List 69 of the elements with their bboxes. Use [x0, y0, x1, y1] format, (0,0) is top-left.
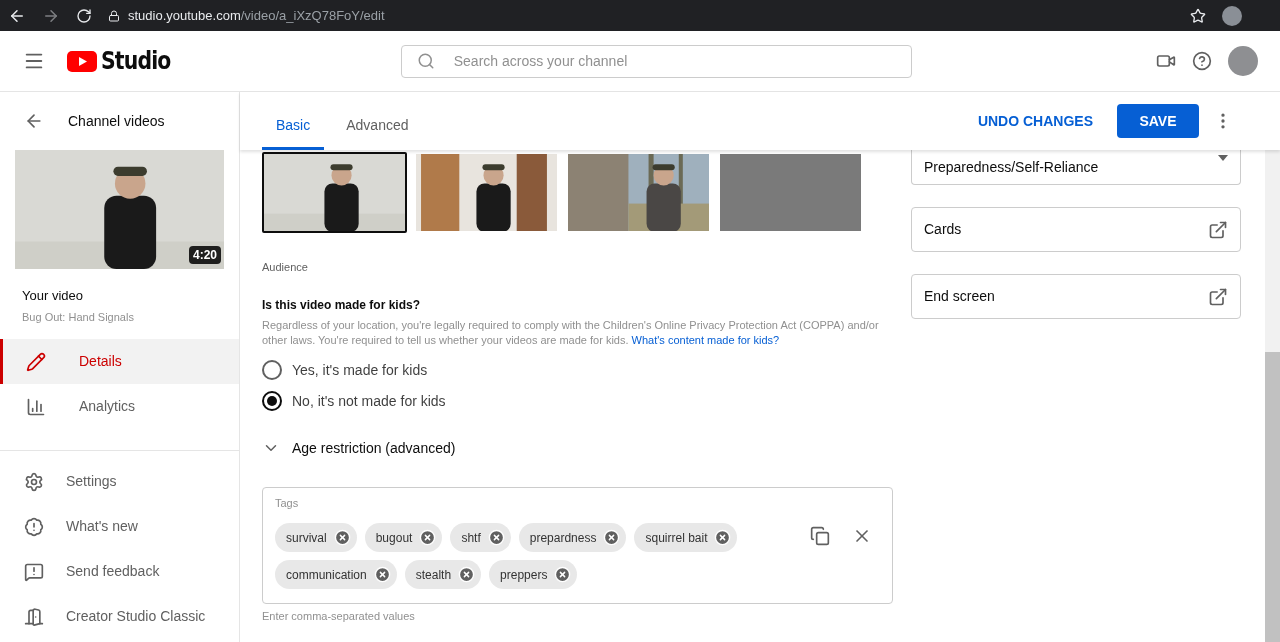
lock-icon [108, 9, 120, 22]
address-bar[interactable]: studio.youtube.com/video/a_iXzQ78FoY/edit [108, 5, 1174, 26]
external-link-icon [1208, 286, 1228, 307]
sidebar-item[interactable]: Creator Studio Classic [0, 594, 239, 639]
remove-tag-icon[interactable] [554, 566, 572, 583]
coppa-description: Regardless of your location, you're legally required to comply with the Children's Online Privacy Protection Act (COPPA) and/or other laws. You're required to tell us whether your videos are made for kids. What's content made for kids? [262, 317, 880, 348]
tag-chip[interactable]: communication [275, 560, 397, 589]
save-button[interactable]: SAVE [1117, 104, 1199, 138]
tag-chip[interactable]: squirrel bait [634, 523, 738, 552]
radio-button[interactable] [262, 360, 282, 380]
external-link-icon [1208, 219, 1228, 240]
video-title: Bug Out: Hand Signals [22, 309, 135, 325]
tag-chip[interactable]: shtf [450, 523, 511, 552]
copy-icon[interactable] [810, 525, 830, 546]
video-heading: Your video [22, 287, 84, 305]
field-label: Tags [275, 495, 300, 511]
remove-tag-icon[interactable] [373, 566, 391, 583]
search-field[interactable]: Search across your channel [400, 44, 912, 78]
url-text: studio.youtube.com/video/a_iXzQ78FoY/edit [128, 6, 385, 25]
remove-tag-icon[interactable] [487, 529, 505, 546]
remove-tag-icon[interactable] [603, 529, 621, 546]
profile-avatar[interactable] [1222, 5, 1242, 26]
tag-chip[interactable]: prepardness [518, 523, 627, 552]
alert-badge-icon [24, 516, 44, 537]
radio-option[interactable]: Yes, it's made for kids [262, 359, 893, 381]
tag-chip[interactable]: preppers [489, 560, 578, 589]
question-heading: Is this video made for kids? [262, 296, 422, 314]
radio-button[interactable] [262, 391, 282, 411]
link-card[interactable]: Cards [911, 207, 1241, 252]
exit-door-icon [24, 606, 44, 627]
scrollbar[interactable] [1265, 150, 1280, 642]
gear-icon [24, 471, 44, 492]
tag-chip[interactable]: stealth [404, 560, 482, 589]
tags-field[interactable]: Tags survival bugout shtf prepardness squirrel bait communication stealth preppers [262, 486, 893, 604]
help-icon[interactable] [1192, 51, 1212, 71]
sidebar-item[interactable]: Details [0, 339, 239, 384]
video-thumbnail[interactable]: 4:20 [15, 150, 224, 269]
undo-changes-button[interactable]: UNDO CHANGES [967, 104, 1103, 138]
sidebar-item[interactable]: Settings [0, 459, 239, 504]
tab[interactable]: Advanced [332, 104, 423, 150]
sidebar-item[interactable]: Analytics [0, 384, 239, 429]
link-card[interactable]: End screen [911, 274, 1241, 319]
duration-label: 4:20 [188, 246, 221, 264]
tag-chip[interactable]: survival [275, 523, 357, 552]
avatar[interactable] [1228, 46, 1258, 76]
help-link[interactable]: What's content made for kids? [631, 333, 780, 346]
pencil-icon [26, 351, 46, 372]
bar-chart-icon [26, 396, 46, 417]
age-restriction-toggle[interactable]: Age restriction (advanced) [262, 437, 893, 459]
search-icon [416, 51, 435, 70]
dropdown-caret-icon [1218, 155, 1228, 161]
tag-chip[interactable]: bugout [364, 523, 443, 552]
tab[interactable]: Basic [262, 104, 325, 150]
reload-icon[interactable] [76, 7, 92, 24]
back-link[interactable]: Channel videos [68, 110, 165, 132]
logo-text[interactable]: Studio [101, 43, 171, 79]
radio-option[interactable]: No, it's not made for kids [262, 390, 893, 412]
field-hint: Enter comma-separated values [262, 608, 416, 624]
remove-tag-icon[interactable] [714, 529, 732, 546]
playlist-dropdown[interactable]: Preparedness/Self-Reliance [911, 150, 1241, 185]
remove-tag-icon[interactable] [419, 529, 437, 546]
section-label: Audience [262, 260, 309, 275]
sidebar-item[interactable]: What's new [0, 504, 239, 549]
bookmark-star-icon[interactable] [1190, 7, 1206, 24]
logo-icon[interactable] [67, 50, 97, 72]
remove-tag-icon[interactable] [458, 566, 476, 583]
sidebar-item[interactable]: Send feedback [0, 549, 239, 594]
feedback-icon [24, 561, 44, 582]
remove-tag-icon[interactable] [333, 529, 351, 546]
